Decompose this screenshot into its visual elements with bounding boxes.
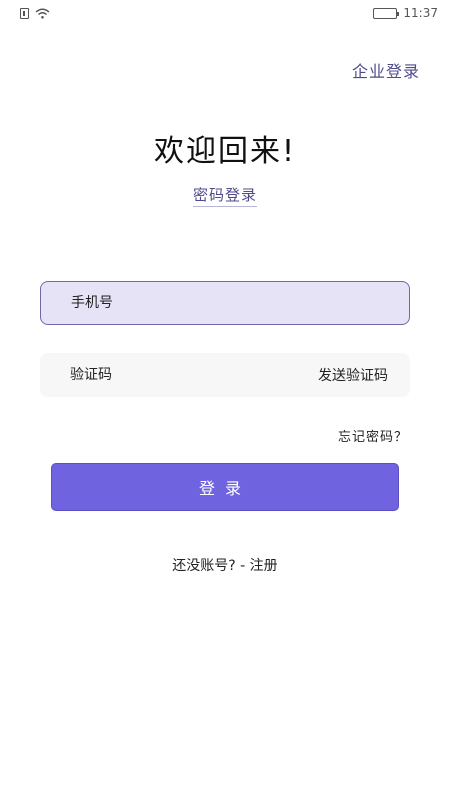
status-left <box>20 7 50 19</box>
sim-icon <box>20 7 29 19</box>
status-time: 11:37 <box>403 6 438 20</box>
enterprise-login-link[interactable]: 企业登录 <box>352 58 420 82</box>
phone-input[interactable] <box>71 295 409 311</box>
register-link[interactable]: 还没账号? - 注册 <box>0 555 450 575</box>
verification-code-input[interactable] <box>70 367 270 383</box>
forgot-password-link[interactable]: 忘记密码？ <box>338 426 408 445</box>
verification-code-field[interactable]: 发送验证码 <box>40 353 410 397</box>
battery-icon <box>373 7 400 19</box>
send-code-button[interactable]: 发送验证码 <box>318 365 388 385</box>
welcome-title: 欢迎回来! <box>153 134 297 169</box>
password-login-label: 密码登录 <box>192 186 257 207</box>
wifi-icon <box>35 8 50 19</box>
password-login-link[interactable]: 密码登录 <box>0 184 450 207</box>
login-button[interactable]: 登录 <box>51 463 399 511</box>
status-bar: 11:37 <box>0 0 450 26</box>
login-screen: 11:37 企业登录 欢迎回来! 密码登录 发送验证码 忘记密码？ 登录 还没账… <box>0 0 450 800</box>
status-right: 11:37 <box>373 6 438 20</box>
phone-field[interactable] <box>40 281 410 325</box>
